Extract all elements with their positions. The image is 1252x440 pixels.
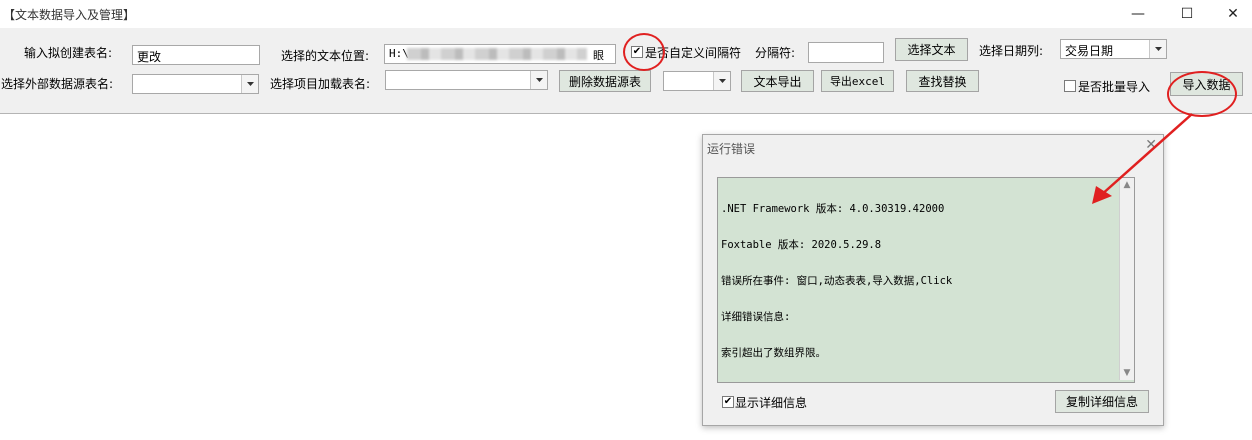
error-line: 索引超出了数组界限。 [721, 347, 826, 359]
delimiter-input[interactable] [808, 42, 884, 63]
maximize-button[interactable]: ☐ [1164, 2, 1210, 26]
dialog-title: 运行错误 [707, 142, 756, 156]
batch-import-label: 是否批量导入 [1078, 80, 1151, 94]
date-column-select[interactable]: 交易日期 [1060, 39, 1167, 59]
maximize-icon: ☐ [1180, 6, 1194, 22]
minimize-icon: — [1131, 6, 1145, 22]
project-table-label: 选择项目加载表名: [270, 77, 371, 91]
text-export-button[interactable]: 文本导出 [741, 70, 814, 92]
text-location-prefix: H:\ [389, 47, 409, 60]
text-location-label: 选择的文本位置: [281, 49, 370, 63]
close-icon: ✕ [1227, 6, 1239, 22]
error-line: 错误所在事件: 窗口,动态表表,导入数据,Click [721, 275, 953, 287]
scroll-down-icon[interactable]: ▼ [1120, 368, 1134, 378]
show-details-label: 显示详细信息 [735, 396, 808, 410]
error-line: 详细错误信息: [721, 311, 791, 323]
chevron-down-icon[interactable] [1149, 40, 1166, 58]
small-select[interactable] [663, 71, 731, 91]
date-column-label: 选择日期列: [979, 44, 1044, 58]
window-title: 【文本数据导入及管理】 [3, 8, 136, 22]
error-line: .NET Framework 版本: 4.0.30319.42000 [721, 203, 945, 215]
annotation-arrow-icon [1092, 113, 1193, 204]
copy-details-button[interactable]: 复制详细信息 [1055, 390, 1149, 413]
project-table-select[interactable] [385, 70, 548, 90]
chevron-down-icon[interactable] [241, 75, 258, 93]
error-line: Foxtable 版本: 2020.5.29.8 [721, 239, 882, 251]
error-text: .NET Framework 版本: 4.0.30319.42000 Foxta… [721, 179, 952, 383]
date-column-value: 交易日期 [1065, 44, 1114, 58]
close-button[interactable]: ✕ [1210, 2, 1252, 26]
choose-text-button[interactable]: 选择文本 [895, 38, 968, 61]
error-details-box[interactable]: .NET Framework 版本: 4.0.30319.42000 Foxta… [717, 177, 1135, 383]
redacted-path [407, 48, 587, 60]
delimiter-label: 分隔符: [755, 46, 796, 60]
find-replace-button[interactable]: 查找替换 [906, 70, 979, 92]
external-source-label: 选择外部数据源表名: [1, 77, 114, 91]
new-table-label: 输入拟创建表名: [24, 46, 113, 60]
excel-export-button[interactable]: 导出excel [821, 70, 894, 92]
external-source-select[interactable] [132, 74, 259, 94]
text-location-suffix: 眼 [593, 49, 604, 62]
minimize-button[interactable]: — [1115, 2, 1161, 26]
chevron-down-icon[interactable] [530, 71, 547, 89]
annotation-circle-checkbox [623, 33, 665, 71]
show-details-checkbox[interactable]: ✔ [722, 396, 734, 408]
checkmark-icon: ✔ [723, 396, 733, 407]
title-bar: 【文本数据导入及管理】 — ☐ ✕ [0, 0, 1252, 28]
batch-import-checkbox[interactable] [1064, 80, 1076, 92]
delete-source-button[interactable]: 删除数据源表 [559, 70, 651, 92]
text-location-input[interactable]: H:\ 眼 [384, 44, 616, 64]
new-table-input[interactable]: 更改 [132, 45, 260, 65]
chevron-down-icon[interactable] [713, 72, 730, 90]
